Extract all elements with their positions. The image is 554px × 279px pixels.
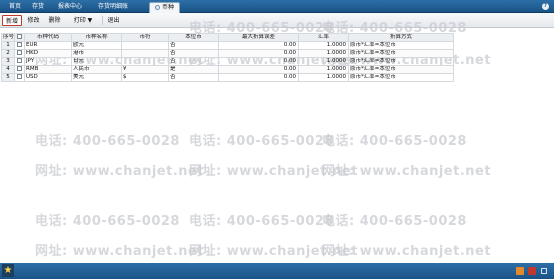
row-checkbox[interactable]: [17, 42, 22, 47]
tray-icon-window[interactable]: [541, 268, 547, 274]
cell-code[interactable]: EUR: [24, 41, 72, 50]
cell-name[interactable]: 港币: [71, 49, 122, 58]
header-rowno: 序号: [1, 33, 15, 42]
star-icon[interactable]: ★: [2, 264, 14, 277]
header-method[interactable]: 折算方式: [348, 33, 454, 42]
table-row[interactable]: 2 HKD 港币 否 0.00 1.0000 原币*汇率=本位币: [1, 49, 454, 58]
cell-is-base[interactable]: 否: [168, 73, 219, 82]
row-number: 5: [1, 73, 15, 82]
cell-max-error[interactable]: 0.00: [218, 49, 299, 58]
top-tab-bar: 首页 存货 报表中心 存货明细账 币种 ?: [0, 0, 554, 13]
row-number: 1: [1, 41, 15, 50]
cell-code[interactable]: RMB: [24, 65, 72, 74]
row-number: 2: [1, 49, 15, 58]
watermark-site: 网址: www.chanjet.net: [322, 244, 492, 259]
tray-icon-orange[interactable]: [516, 267, 524, 275]
header-rate[interactable]: 汇率: [298, 33, 349, 42]
row-number: 3: [1, 57, 15, 66]
cell-symbol[interactable]: [121, 41, 169, 50]
cell-rate[interactable]: 1.0000: [298, 73, 349, 82]
row-checkbox-cell[interactable]: [14, 73, 25, 82]
cell-method[interactable]: 原币*汇率=本位币: [348, 73, 454, 82]
row-checkbox-cell[interactable]: [14, 65, 25, 74]
row-checkbox[interactable]: [17, 74, 22, 79]
cell-is-base[interactable]: 是: [168, 65, 219, 74]
help-icon[interactable]: ?: [542, 3, 549, 10]
watermark-phone: 电话: 400-665-0028: [322, 134, 467, 149]
tab-icon: [154, 5, 160, 10]
watermark-site: 网址: www.chanjet.net: [35, 164, 205, 179]
exit-button[interactable]: 退出: [105, 15, 122, 26]
row-number: 4: [1, 65, 15, 74]
header-max-error[interactable]: 最大折算误差: [218, 33, 299, 42]
table-row[interactable]: 5 USD 美元 $ 否 0.00 1.0000 原币*汇率=本位币: [1, 73, 454, 82]
watermark-phone: 电话: 400-665-0028: [35, 214, 180, 229]
row-checkbox[interactable]: [17, 66, 22, 71]
header-select-all[interactable]: [14, 33, 25, 42]
print-button[interactable]: 打印 ▼: [69, 15, 97, 26]
cell-max-error[interactable]: 0.00: [218, 57, 299, 66]
table-row[interactable]: 1 EUR 欧元 否 0.00 1.0000 原币*汇率=本位币: [1, 41, 454, 50]
cell-rate[interactable]: 1.0000: [298, 41, 349, 50]
cell-symbol[interactable]: $: [121, 73, 169, 82]
cell-name[interactable]: 日元: [71, 57, 122, 66]
cell-code[interactable]: JPY: [24, 57, 72, 66]
tab-inventory-ledger[interactable]: 存货明细账: [92, 2, 134, 13]
cell-is-base[interactable]: 否: [168, 49, 219, 58]
delete-button[interactable]: 删除: [46, 15, 63, 26]
table-row[interactable]: 3 JPY 日元 否 0.00 1.0000 原币*汇率=本位币: [1, 57, 454, 66]
cell-is-base[interactable]: 否: [168, 57, 219, 66]
row-checkbox-cell[interactable]: [14, 41, 25, 50]
new-button[interactable]: 新增: [2, 15, 22, 26]
cell-code[interactable]: USD: [24, 73, 72, 82]
tab-inventory[interactable]: 存货: [29, 2, 47, 13]
tray-icon-red[interactable]: [528, 267, 536, 275]
watermark-site: 网址: www.chanjet.net: [35, 244, 205, 259]
header-symbol[interactable]: 币符: [121, 33, 169, 42]
cell-rate[interactable]: 1.0000: [298, 65, 349, 74]
bottom-bar: ★: [0, 263, 554, 279]
cell-symbol[interactable]: [121, 49, 169, 58]
cell-symbol[interactable]: ¥: [121, 65, 169, 74]
header-is-base[interactable]: 本位币: [168, 33, 219, 42]
tab-report-center[interactable]: 报表中心: [55, 2, 85, 13]
cell-method[interactable]: 原币*汇率=本位币: [348, 65, 454, 74]
cell-name[interactable]: 欧元: [71, 41, 122, 50]
cell-max-error[interactable]: 0.00: [218, 41, 299, 50]
cell-rate[interactable]: 1.0000: [298, 57, 349, 66]
cell-name[interactable]: 美元: [71, 73, 122, 82]
row-checkbox-cell[interactable]: [14, 49, 25, 58]
cell-name[interactable]: 人民币: [71, 65, 122, 74]
currency-grid: 序号 币种代码 币种名称 币符 本位币 最大折算误差 汇率 折算方式 1 EUR…: [1, 33, 454, 82]
grid-header-row: 序号 币种代码 币种名称 币符 本位币 最大折算误差 汇率 折算方式: [1, 33, 454, 42]
watermark-phone: 电话: 400-665-0028: [189, 134, 334, 149]
table-row[interactable]: 4 RMB 人民币 ¥ 是 0.00 1.0000 原币*汇率=本位币: [1, 65, 454, 74]
tab-currency[interactable]: 币种: [149, 2, 180, 13]
watermark-phone: 电话: 400-665-0028: [189, 214, 334, 229]
watermark-phone: 电话: 400-665-0028: [35, 134, 180, 149]
edit-button[interactable]: 修改: [25, 15, 42, 26]
cell-method[interactable]: 原币*汇率=本位币: [348, 41, 454, 50]
cell-is-base[interactable]: 否: [168, 41, 219, 50]
tab-currency-label: 币种: [161, 4, 174, 11]
row-checkbox[interactable]: [17, 58, 22, 63]
cell-code[interactable]: HKD: [24, 49, 72, 58]
watermark-phone: 电话: 400-665-0028: [322, 214, 467, 229]
cell-symbol[interactable]: [121, 57, 169, 66]
cell-max-error[interactable]: 0.00: [218, 65, 299, 74]
row-checkbox-cell[interactable]: [14, 57, 25, 66]
cell-method[interactable]: 原币*汇率=本位币: [348, 49, 454, 58]
watermark-site: 网址: www.chanjet.net: [322, 164, 492, 179]
cell-max-error[interactable]: 0.00: [218, 73, 299, 82]
header-name[interactable]: 币种名称: [71, 33, 122, 42]
cell-method[interactable]: 原币*汇率=本位币: [348, 57, 454, 66]
toolbar-divider: [102, 16, 103, 25]
tab-home[interactable]: 首页: [6, 2, 24, 13]
cell-rate[interactable]: 1.0000: [298, 49, 349, 58]
select-all-checkbox[interactable]: [17, 34, 22, 39]
header-code[interactable]: 币种代码: [24, 33, 72, 42]
row-checkbox[interactable]: [17, 50, 22, 55]
